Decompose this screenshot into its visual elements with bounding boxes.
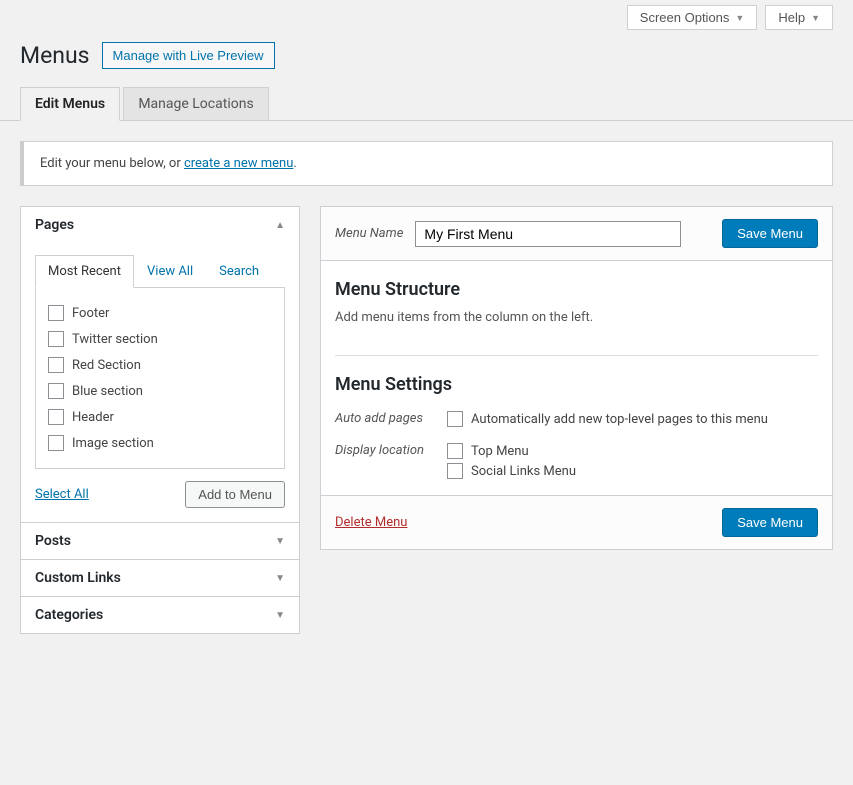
checkbox[interactable] — [447, 463, 463, 479]
chevron-down-icon: ▼ — [275, 536, 285, 547]
add-to-menu-button[interactable]: Add to Menu — [185, 481, 285, 508]
chevron-up-icon: ▲ — [275, 220, 285, 231]
checkbox[interactable] — [48, 331, 64, 347]
chevron-down-icon: ▼ — [811, 13, 820, 23]
help-label: Help — [778, 10, 805, 25]
checkbox[interactable] — [48, 305, 64, 321]
create-menu-link[interactable]: create a new menu — [184, 156, 293, 171]
select-all-link[interactable]: Select All — [35, 487, 89, 502]
page-item[interactable]: Blue section — [48, 378, 272, 404]
menu-name-label: Menu Name — [335, 226, 403, 241]
chevron-down-icon: ▼ — [275, 573, 285, 584]
pages-tab-viewall[interactable]: View All — [134, 255, 206, 288]
auto-add-option[interactable]: Automatically add new top-level pages to… — [447, 409, 768, 429]
page-item[interactable]: Red Section — [48, 352, 272, 378]
save-menu-button-top[interactable]: Save Menu — [722, 219, 818, 248]
panel-categories-title: Categories — [35, 607, 103, 623]
display-location-label: Display location — [335, 441, 435, 458]
page-item[interactable]: Header — [48, 404, 272, 430]
delete-menu-link[interactable]: Delete Menu — [335, 515, 407, 530]
panel-posts-title: Posts — [35, 533, 71, 549]
display-option[interactable]: Top Menu — [447, 441, 576, 461]
tab-manage-locations[interactable]: Manage Locations — [123, 87, 268, 120]
screen-options-button[interactable]: Screen Options ▼ — [627, 5, 758, 30]
divider — [335, 355, 818, 356]
save-menu-button-bottom[interactable]: Save Menu — [722, 508, 818, 537]
checkbox[interactable] — [48, 409, 64, 425]
menu-settings-heading: Menu Settings — [335, 374, 818, 395]
help-button[interactable]: Help ▼ — [765, 5, 833, 30]
pages-list: Footer Twitter section Red Section Blue … — [35, 288, 285, 469]
live-preview-button[interactable]: Manage with Live Preview — [102, 42, 275, 69]
notice-suffix: . — [293, 156, 296, 171]
page-item[interactable]: Footer — [48, 300, 272, 326]
auto-add-label: Auto add pages — [335, 409, 435, 426]
checkbox[interactable] — [48, 383, 64, 399]
checkbox[interactable] — [447, 411, 463, 427]
checkbox[interactable] — [48, 435, 64, 451]
checkbox[interactable] — [48, 357, 64, 373]
page-item[interactable]: Image section — [48, 430, 272, 456]
panel-posts-toggle[interactable]: Posts ▼ — [21, 523, 299, 559]
menu-name-input[interactable] — [415, 221, 681, 247]
menu-structure-instructions: Add menu items from the column on the le… — [335, 310, 818, 325]
pages-tab-recent[interactable]: Most Recent — [35, 255, 134, 288]
panel-pages-toggle[interactable]: Pages ▲ — [21, 207, 299, 243]
notice-banner: Edit your menu below, or create a new me… — [20, 141, 833, 186]
panel-custom-links-title: Custom Links — [35, 570, 121, 586]
chevron-down-icon: ▼ — [275, 610, 285, 621]
display-option[interactable]: Social Links Menu — [447, 461, 576, 481]
panel-pages-title: Pages — [35, 217, 74, 233]
chevron-down-icon: ▼ — [735, 13, 744, 23]
tab-edit-menus[interactable]: Edit Menus — [20, 87, 120, 121]
page-title: Menus — [20, 42, 90, 69]
page-item[interactable]: Twitter section — [48, 326, 272, 352]
menu-structure-heading: Menu Structure — [335, 279, 818, 300]
panel-custom-links-toggle[interactable]: Custom Links ▼ — [21, 560, 299, 596]
pages-tab-search[interactable]: Search — [206, 255, 272, 288]
screen-options-label: Screen Options — [640, 10, 730, 25]
checkbox[interactable] — [447, 443, 463, 459]
panel-categories-toggle[interactable]: Categories ▼ — [21, 597, 299, 633]
notice-prefix: Edit your menu below, or — [40, 156, 184, 171]
